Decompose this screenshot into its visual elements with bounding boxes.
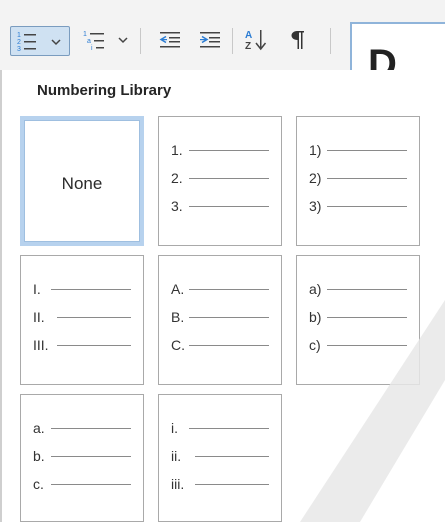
svg-text:Z: Z [245,41,251,52]
placeholder-line [57,345,131,346]
placeholder-line [327,206,407,207]
placeholder-line [327,289,407,290]
numbering-format-option[interactable]: I. II. III. [20,255,144,385]
placeholder-line [327,345,407,346]
placeholder-line [51,456,131,457]
chevron-down-icon [118,37,128,44]
numbering-format-none[interactable]: None [20,116,144,246]
increase-indent-button[interactable] [195,25,225,55]
decrease-indent-icon [159,32,180,48]
ribbon-toolbar: 1 2 3 1 a i A Z D [0,0,445,71]
pilcrow-icon [291,31,304,49]
placeholder-line [189,289,269,290]
numbering-format-option[interactable]: a. b. c. [20,394,144,522]
svg-text:3: 3 [17,46,21,52]
numbering-format-option[interactable]: i. ii. iii. [158,394,282,522]
numbering-button[interactable]: 1 2 3 [10,26,70,56]
chevron-down-icon [51,39,61,46]
svg-text:a: a [87,38,91,45]
sort-button[interactable]: A Z [240,25,272,55]
svg-text:1: 1 [83,31,87,38]
numbering-format-option[interactable]: A. B. C. [158,255,282,385]
none-label: None [61,174,103,193]
placeholder-line [189,206,269,207]
toolbar-separator [232,28,233,54]
placeholder-line [51,428,131,429]
placeholder-line [189,317,269,318]
placeholder-line [189,150,269,151]
numbering-library-heading: Numbering Library [37,82,172,99]
toolbar-separator [140,28,141,54]
toolbar-separator [330,28,331,54]
placeholder-line [51,289,131,290]
placeholder-line [327,317,407,318]
placeholder-line [189,345,269,346]
placeholder-line [189,428,269,429]
svg-text:2: 2 [17,39,21,46]
style-preview-box[interactable]: D [350,22,445,70]
svg-text:A: A [245,30,252,41]
placeholder-line [327,178,407,179]
svg-text:1: 1 [17,32,21,39]
sort-az-icon: A Z [245,30,267,52]
multilevel-list-icon: 1 a i [83,31,104,51]
style-preview-letter: D [368,42,397,70]
placeholder-line [195,484,269,485]
decrease-indent-button[interactable] [155,25,185,55]
placeholder-line [195,456,269,457]
multilevel-list-button[interactable]: 1 a i [78,25,130,55]
numbered-list-icon: 1 2 3 [17,32,36,52]
show-formatting-button[interactable] [282,25,312,55]
panel-border [0,70,2,522]
placeholder-line [51,484,131,485]
placeholder-line [189,178,269,179]
numbering-format-option[interactable]: a) b) c) [296,255,420,385]
placeholder-line [327,150,407,151]
increase-indent-icon [200,32,220,48]
numbering-format-option[interactable]: 1. 2. 3. [158,116,282,246]
numbering-format-option[interactable]: 1) 2) 3) [296,116,420,246]
svg-text:i: i [91,45,93,51]
placeholder-line [57,317,131,318]
